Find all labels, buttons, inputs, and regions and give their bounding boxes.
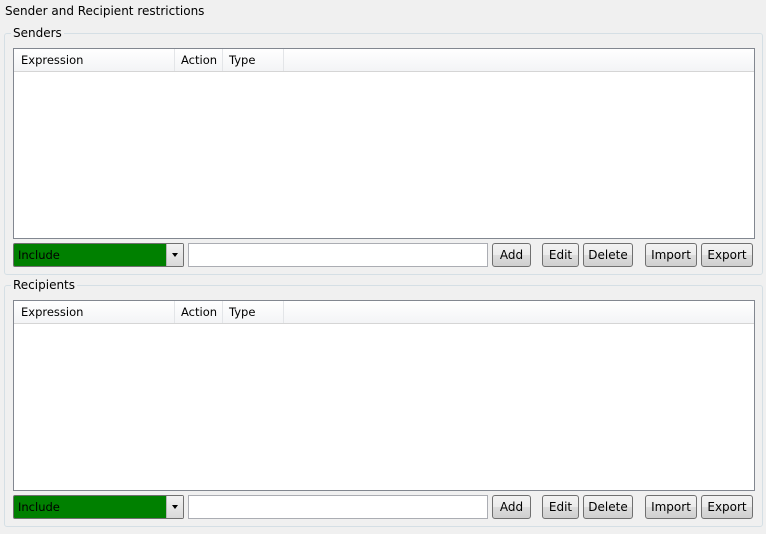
recipients-group: Recipients Expression Action Type Includ… [4,278,763,527]
recipients-import-button[interactable]: Import [645,495,697,519]
recipients-delete-button[interactable]: Delete [583,495,633,519]
senders-import-button[interactable]: Import [645,243,697,267]
senders-table-header: Expression Action Type [14,49,754,72]
senders-expression-input[interactable] [188,243,488,267]
senders-combo-value: Include [18,248,60,262]
recipients-table-header: Expression Action Type [14,301,754,324]
column-header-expression[interactable]: Expression [14,301,175,323]
senders-group: Senders Expression Action Type Include A… [4,26,763,275]
column-header-action[interactable]: Action [175,49,223,71]
column-header-action[interactable]: Action [175,301,223,323]
senders-delete-button[interactable]: Delete [583,243,633,267]
recipients-legend: Recipients [11,278,78,292]
senders-export-button[interactable]: Export [701,243,753,267]
recipients-combo-value: Include [18,500,60,514]
recipients-add-button[interactable]: Add [492,495,531,519]
recipients-expression-input[interactable] [188,495,488,519]
column-header-type[interactable]: Type [223,49,284,71]
recipients-export-button[interactable]: Export [701,495,753,519]
recipients-edit-button[interactable]: Edit [542,495,579,519]
senders-add-button[interactable]: Add [492,243,531,267]
senders-edit-button[interactable]: Edit [542,243,579,267]
senders-action-combo[interactable]: Include [13,243,184,267]
chevron-down-icon[interactable] [166,244,183,266]
column-header-type[interactable]: Type [223,301,284,323]
recipients-action-combo[interactable]: Include [13,495,184,519]
senders-legend: Senders [11,26,64,40]
page-title: Sender and Recipient restrictions [5,4,205,18]
column-header-expression[interactable]: Expression [14,49,175,71]
senders-table[interactable]: Expression Action Type [13,48,755,239]
chevron-down-icon[interactable] [166,496,183,518]
recipients-table[interactable]: Expression Action Type [13,300,755,491]
